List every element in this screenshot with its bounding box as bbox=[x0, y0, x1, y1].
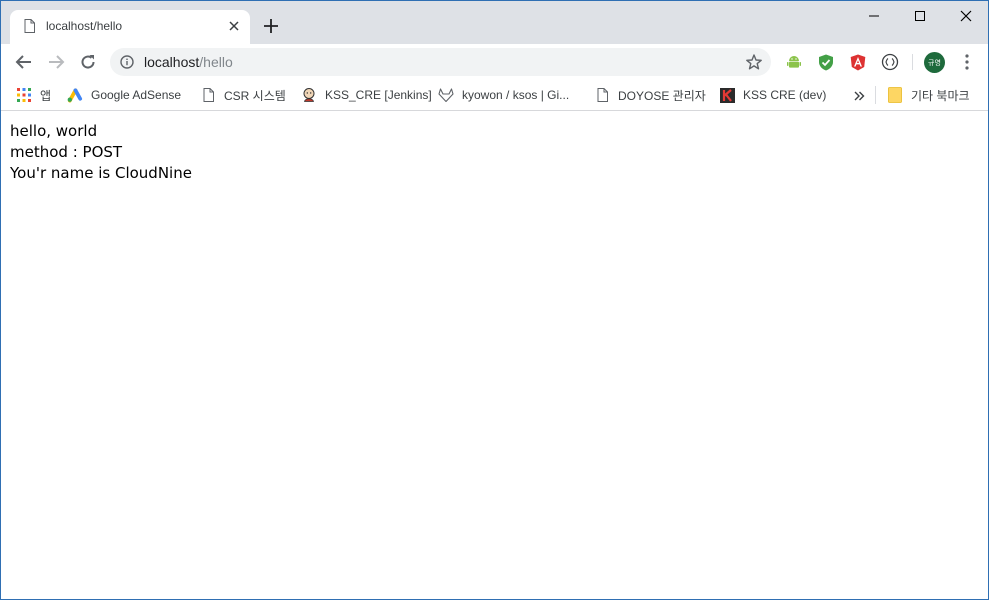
apps-grid-icon bbox=[16, 87, 32, 103]
bookmark-label: DOYOSE 관리자 bbox=[618, 88, 706, 103]
maximize-icon bbox=[915, 11, 925, 21]
bookmark-label: kyowon / ksos | Gi... bbox=[462, 88, 570, 102]
bookmark-kss-cre-jenkins[interactable]: KSS_CRE [Jenkins] bbox=[301, 86, 432, 104]
toolbar: localhost/hello 규영 bbox=[1, 44, 988, 80]
more-menu-icon[interactable] bbox=[963, 53, 971, 71]
reload-icon bbox=[81, 55, 95, 69]
page-icon bbox=[200, 87, 216, 103]
bookmark-label: CSR 시스템 bbox=[224, 88, 286, 103]
folder-icon bbox=[887, 87, 903, 103]
bookmark-google-adsense[interactable]: Google AdSense bbox=[67, 86, 181, 104]
page-icon bbox=[24, 19, 35, 33]
bookmark-kyowon-ksos[interactable]: kyowon / ksos | Gi... bbox=[438, 86, 569, 104]
kss-icon bbox=[719, 87, 735, 103]
reload-button[interactable] bbox=[78, 52, 98, 72]
new-tab-icon[interactable] bbox=[263, 18, 279, 34]
bookmark-label: Google AdSense bbox=[91, 88, 182, 102]
bookmark-kss-cre-dev[interactable]: KSS CRE (dev) bbox=[719, 86, 826, 104]
close-tab-icon[interactable] bbox=[228, 20, 240, 32]
forward-button[interactable] bbox=[46, 52, 66, 72]
bookmark-apps[interactable]: 앱 bbox=[16, 86, 51, 104]
name-line: You'r name is CloudNine bbox=[10, 164, 192, 182]
bookmark-doyose-admin[interactable]: DOYOSE 관리자 bbox=[594, 86, 706, 104]
bookmark-label: 기타 북마크 bbox=[911, 88, 970, 103]
bookmarks-bar: 앱 Google AdSense CSR 시스템 KSS_CRE [Jenkin… bbox=[1, 80, 988, 111]
tab-hello[interactable]: localhost/hello bbox=[10, 10, 250, 44]
bookmark-csr-system[interactable]: CSR 시스템 bbox=[200, 86, 286, 104]
bookmark-label: KSS_CRE [Jenkins] bbox=[325, 88, 432, 102]
arrow-right-icon bbox=[49, 55, 65, 69]
angular-extension-icon[interactable] bbox=[849, 53, 867, 71]
back-button[interactable] bbox=[14, 52, 34, 72]
info-icon[interactable] bbox=[120, 55, 134, 69]
minimize-button[interactable] bbox=[851, 1, 897, 31]
shield-extension-icon[interactable] bbox=[817, 53, 835, 71]
bookmarks-overflow-icon[interactable] bbox=[853, 90, 865, 102]
hello-line: hello, world bbox=[10, 122, 98, 140]
android-extension-icon[interactable] bbox=[785, 53, 803, 71]
browser-window: localhost/hello localhost/hello 규영 앱 Goo… bbox=[0, 0, 989, 600]
bookmark-label: KSS CRE (dev) bbox=[743, 88, 827, 102]
tab-title: localhost/hello bbox=[46, 19, 123, 33]
jenkins-icon bbox=[301, 87, 317, 103]
bookmarks-divider bbox=[875, 86, 876, 104]
url-host: localhost bbox=[144, 54, 200, 70]
page-content: hello, world method : POST You'r name is… bbox=[1, 112, 988, 599]
close-icon bbox=[960, 10, 972, 22]
toolbar-divider bbox=[912, 54, 913, 70]
url-path: /hello bbox=[199, 54, 233, 70]
bookmark-label: 앱 bbox=[40, 88, 52, 103]
title-bar: localhost/hello bbox=[1, 1, 988, 44]
address-bar[interactable]: localhost/hello bbox=[110, 48, 771, 76]
close-window-button[interactable] bbox=[943, 1, 988, 31]
adsense-icon bbox=[67, 87, 83, 103]
arrow-left-icon bbox=[15, 55, 31, 69]
method-line: method : POST bbox=[10, 143, 123, 161]
minimize-icon bbox=[869, 15, 879, 17]
json-extension-icon[interactable] bbox=[881, 53, 899, 71]
profile-avatar[interactable]: 규영 bbox=[924, 52, 945, 73]
url-text: localhost/hello bbox=[144, 54, 233, 70]
maximize-button[interactable] bbox=[897, 1, 943, 31]
gitlab-icon bbox=[438, 87, 454, 103]
bookmark-star-icon[interactable] bbox=[745, 53, 763, 71]
page-icon bbox=[594, 87, 610, 103]
bookmark-other-bookmarks[interactable]: 기타 북마크 bbox=[887, 86, 970, 104]
